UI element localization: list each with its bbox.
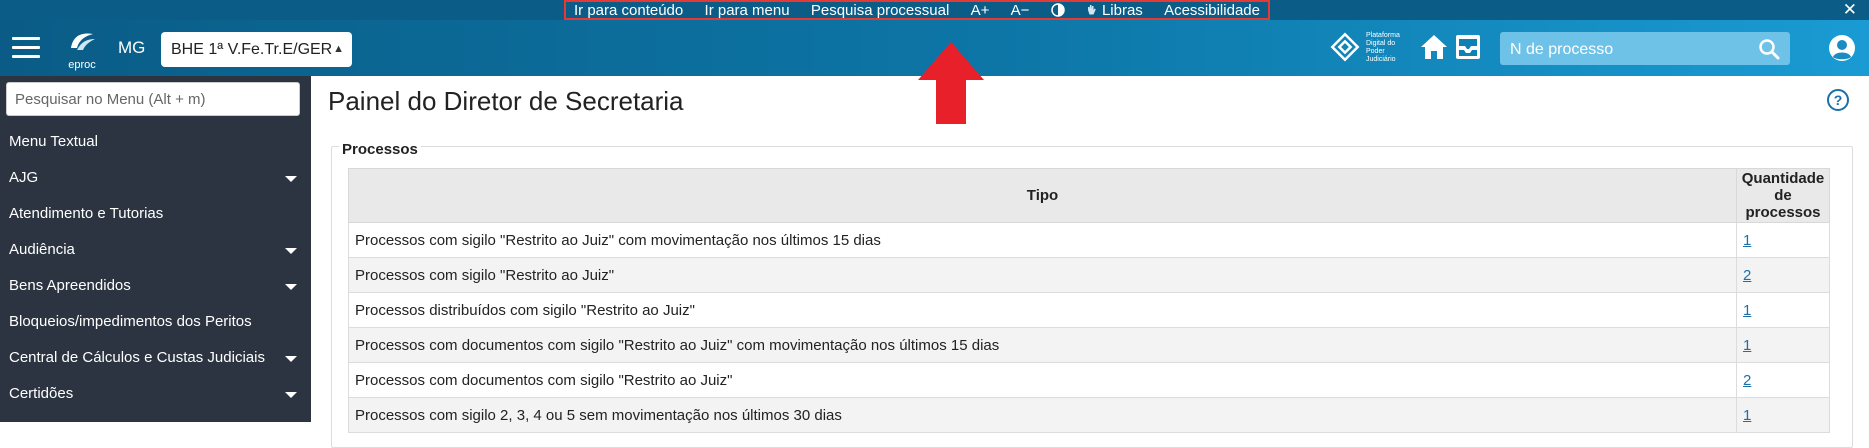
- sidebar-menu: Menu Textual AJG Atendimento e Tutorias …: [0, 124, 311, 448]
- cell-quantidade: 1: [1736, 222, 1830, 258]
- state-label: MG: [118, 38, 146, 57]
- cell-tipo: Processos com documentos com sigilo "Res…: [348, 362, 1737, 398]
- accessibility-bar: Ir para conteúdo Ir para menu Pesquisa p…: [0, 0, 1869, 20]
- red-arrow-up-icon: [918, 42, 984, 124]
- sidebar-item-label: AJG: [9, 169, 39, 186]
- org-unit-select[interactable]: BHE 1ª V.Fe.Tr.E/GER ▲: [161, 32, 352, 67]
- user-icon[interactable]: [1828, 34, 1856, 62]
- quantity-link[interactable]: 2: [1743, 372, 1751, 389]
- sidebar-item-atendimento[interactable]: Atendimento e Tutorias: [0, 196, 311, 232]
- font-decrease-button[interactable]: A−: [1011, 2, 1030, 19]
- table-row: Processos distribuídos com sigilo "Restr…: [348, 292, 1830, 328]
- quantity-link[interactable]: 1: [1743, 302, 1751, 319]
- sidebar-item-label: Menu Textual: [9, 133, 98, 150]
- help-icon[interactable]: ?: [1826, 88, 1850, 112]
- column-header-tipo: Tipo: [348, 168, 1737, 223]
- quantity-link[interactable]: 1: [1743, 337, 1751, 354]
- sidebar-item-label: Central de Cálculos e Custas Judiciais: [9, 349, 265, 366]
- cell-tipo: Processos com documentos com sigilo "Res…: [348, 327, 1737, 363]
- quantity-link[interactable]: 1: [1743, 232, 1751, 249]
- sidebar-item-civel[interactable]: Cível/Promoção Incidente: [0, 412, 311, 448]
- cell-tipo: Processos com sigilo 2, 3, 4 ou 5 sem mo…: [348, 397, 1737, 433]
- home-icon[interactable]: [1419, 32, 1449, 62]
- contrast-toggle-button[interactable]: [1050, 3, 1065, 17]
- sidebar-item-menu-textual[interactable]: Menu Textual: [0, 124, 311, 160]
- caret-down-icon: [285, 356, 297, 362]
- cell-quantidade: 1: [1736, 327, 1830, 363]
- process-number-input[interactable]: [1500, 32, 1752, 67]
- libras-label: Libras: [1101, 1, 1143, 19]
- quantity-link[interactable]: 2: [1743, 267, 1751, 284]
- table-row: Processos com documentos com sigilo "Res…: [348, 362, 1830, 398]
- sidebar-item-label: Bloqueios/impedimentos dos Peritos: [9, 313, 252, 330]
- process-search-link[interactable]: Pesquisa processual: [811, 2, 949, 19]
- skip-to-menu-link[interactable]: Ir para menu: [705, 2, 790, 19]
- contrast-icon: [1050, 3, 1065, 17]
- table-row: Processos com documentos com sigilo "Res…: [348, 327, 1830, 363]
- select-updown-icon: ▲: [333, 43, 344, 55]
- eproc-logo-text: eproc: [68, 59, 96, 71]
- libras-hand-icon: [1087, 5, 1096, 15]
- accessibility-link[interactable]: Acessibilidade: [1164, 2, 1260, 19]
- sidebar-item-central-calculos[interactable]: Central de Cálculos e Custas Judiciais: [0, 340, 311, 376]
- search-icon[interactable]: [1758, 38, 1780, 60]
- table-row: Processos com sigilo "Restrito ao Juiz" …: [348, 257, 1830, 293]
- cell-tipo: Processos distribuídos com sigilo "Restr…: [348, 292, 1737, 328]
- sidebar-item-label: Certidões: [9, 385, 74, 402]
- sidebar-item-ajg[interactable]: AJG: [0, 160, 311, 196]
- sidebar-item-audiencia[interactable]: Audiência: [0, 232, 311, 268]
- sidebar-item-bloqueios-peritos[interactable]: Bloqueios/impedimentos dos Peritos: [0, 304, 311, 340]
- pdpj-logo-text: Plataforma Digital do Poder Judiciário: [1366, 32, 1400, 63]
- section-legend: Processos: [339, 141, 421, 158]
- svg-text:?: ?: [1834, 92, 1843, 108]
- hamburger-icon[interactable]: [12, 37, 40, 59]
- quantity-link[interactable]: 1: [1743, 407, 1751, 424]
- accessibility-links-highlight: Ir para conteúdo Ir para menu Pesquisa p…: [564, 0, 1270, 20]
- processes-table: Tipo Quantidade de processos Processos c…: [348, 168, 1830, 433]
- process-search-box: [1500, 32, 1790, 67]
- font-increase-button[interactable]: A+: [971, 2, 990, 19]
- sidebar-item-label: Bens Apreendidos: [9, 277, 131, 294]
- eproc-logo[interactable]: eproc: [60, 30, 104, 71]
- sidebar: Menu Textual AJG Atendimento e Tutorias …: [0, 76, 311, 438]
- cell-tipo: Processos com sigilo "Restrito ao Juiz": [348, 257, 1737, 293]
- caret-down-icon: [285, 284, 297, 290]
- cell-quantidade: 2: [1736, 257, 1830, 293]
- caret-down-icon: [285, 176, 297, 182]
- eproc-logo-icon: [71, 33, 95, 50]
- column-header-quantidade: Quantidade de processos: [1736, 168, 1830, 223]
- page-title: Painel do Diretor de Secretaria: [328, 86, 684, 116]
- cell-quantidade: 2: [1736, 362, 1830, 398]
- table-header-row: Tipo Quantidade de processos: [348, 168, 1830, 223]
- caret-down-icon: [285, 428, 297, 434]
- menu-search-input[interactable]: [6, 82, 300, 116]
- table-row: Processos com sigilo "Restrito ao Juiz" …: [348, 222, 1830, 258]
- org-unit-select-value: BHE 1ª V.Fe.Tr.E/GER: [171, 41, 333, 58]
- sidebar-item-certidoes[interactable]: Certidões: [0, 376, 311, 412]
- close-icon[interactable]: ✕: [1843, 0, 1857, 20]
- pdpj-logo-icon: [1330, 32, 1360, 62]
- sidebar-item-label: Cível/Promoção Incidente: [9, 421, 181, 438]
- sidebar-item-label: Audiência: [9, 241, 75, 258]
- inbox-icon[interactable]: [1453, 32, 1483, 62]
- caret-down-icon: [285, 392, 297, 398]
- cell-tipo: Processos com sigilo "Restrito ao Juiz" …: [348, 222, 1737, 258]
- cell-quantidade: 1: [1736, 397, 1830, 433]
- caret-down-icon: [285, 248, 297, 254]
- pdpj-logo[interactable]: Plataforma Digital do Poder Judiciário: [1328, 28, 1414, 68]
- sidebar-item-label: Atendimento e Tutorias: [9, 205, 164, 222]
- table-row: Processos com sigilo 2, 3, 4 ou 5 sem mo…: [348, 397, 1830, 433]
- sidebar-item-bens-apreendidos[interactable]: Bens Apreendidos: [0, 268, 311, 304]
- skip-to-content-link[interactable]: Ir para conteúdo: [574, 2, 683, 19]
- cell-quantidade: 1: [1736, 292, 1830, 328]
- libras-link[interactable]: Libras: [1086, 2, 1143, 19]
- main-content: Painel do Diretor de Secretaria ? Proces…: [311, 76, 1869, 448]
